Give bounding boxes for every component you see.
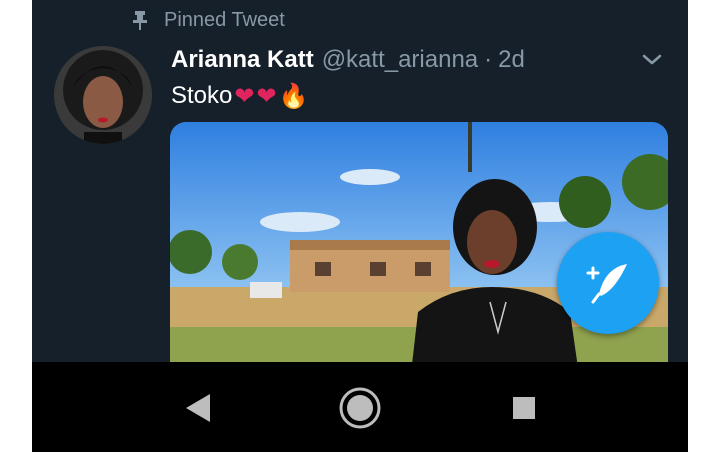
heart-emoji: ❤	[234, 82, 255, 110]
android-navigation-bar	[32, 362, 688, 452]
tweet-text: Stoko ❤ ❤ 🔥	[171, 80, 308, 112]
back-triangle-icon[interactable]	[176, 386, 220, 430]
avatar-image	[54, 46, 152, 144]
fire-emoji: 🔥	[278, 82, 309, 110]
twitter-app-screen: Pinned Tweet Arianna Katt @katt_arianna …	[32, 0, 688, 452]
tweet-text-body: Stoko	[171, 82, 233, 109]
compose-tweet-button[interactable]	[557, 232, 659, 334]
heart-emoji: ❤	[256, 82, 277, 110]
recents-square-icon[interactable]	[502, 386, 546, 430]
author-avatar[interactable]	[54, 46, 152, 144]
meta-separator: ·	[484, 46, 493, 73]
home-circle-icon[interactable]	[338, 386, 382, 430]
pin-icon	[133, 11, 147, 30]
tweet-header: Arianna Katt @katt_arianna · 2d	[171, 44, 668, 76]
pinned-label: Pinned Tweet	[164, 8, 285, 31]
author-name[interactable]: Arianna Katt	[171, 46, 314, 74]
author-handle[interactable]: @katt_arianna	[322, 46, 478, 74]
compose-feather-icon	[586, 264, 627, 304]
tweet-time[interactable]: 2d	[498, 46, 525, 74]
chevron-down-icon[interactable]	[640, 48, 664, 72]
pinned-tweet-indicator: Pinned Tweet	[132, 6, 285, 34]
